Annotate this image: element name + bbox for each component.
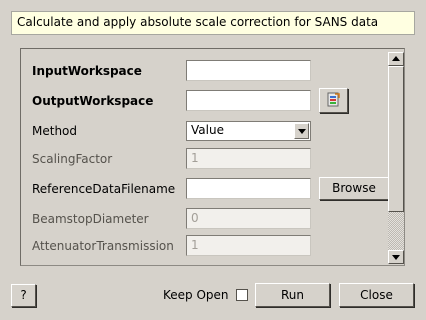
- workspace-picker-button[interactable]: [319, 88, 348, 113]
- label-scaling-factor: ScalingFactor: [32, 152, 113, 166]
- label-reference-data-filename: ReferenceDataFilename: [32, 182, 176, 196]
- label-input-workspace: InputWorkspace: [32, 64, 142, 78]
- scroll-down-icon[interactable]: [388, 250, 404, 264]
- scroll-up-icon[interactable]: [388, 52, 404, 66]
- label-beamstop-diameter: BeamstopDiameter: [32, 212, 149, 226]
- chevron-down-icon[interactable]: [294, 123, 309, 139]
- algorithm-description: Calculate and apply absolute scale corre…: [11, 11, 415, 35]
- label-attenuator-transmission: AttenuatorTransmission: [32, 239, 174, 253]
- input-workspace-field[interactable]: [186, 60, 311, 81]
- browse-button[interactable]: Browse: [319, 177, 389, 200]
- scaling-factor-field[interactable]: 1: [186, 148, 311, 169]
- method-selected-value: Value: [191, 123, 224, 137]
- scroll-track[interactable]: [388, 212, 404, 250]
- output-workspace-field[interactable]: [186, 90, 311, 111]
- label-output-workspace: OutputWorkspace: [32, 94, 154, 108]
- beamstop-diameter-field[interactable]: 0: [186, 208, 311, 229]
- properties-scrollbar[interactable]: [388, 52, 404, 264]
- workspace-picker-icon: [327, 92, 340, 107]
- keep-open-label: Keep Open: [163, 288, 229, 302]
- method-select[interactable]: Value: [186, 121, 311, 141]
- label-method: Method: [32, 124, 78, 138]
- scroll-thumb[interactable]: [388, 66, 404, 212]
- close-button[interactable]: Close: [339, 283, 414, 307]
- run-button[interactable]: Run: [255, 283, 330, 307]
- attenuator-transmission-field[interactable]: 1: [186, 235, 311, 256]
- keep-open-checkbox[interactable]: [236, 289, 248, 301]
- help-button[interactable]: ?: [11, 284, 36, 307]
- reference-data-filename-field[interactable]: [186, 178, 311, 199]
